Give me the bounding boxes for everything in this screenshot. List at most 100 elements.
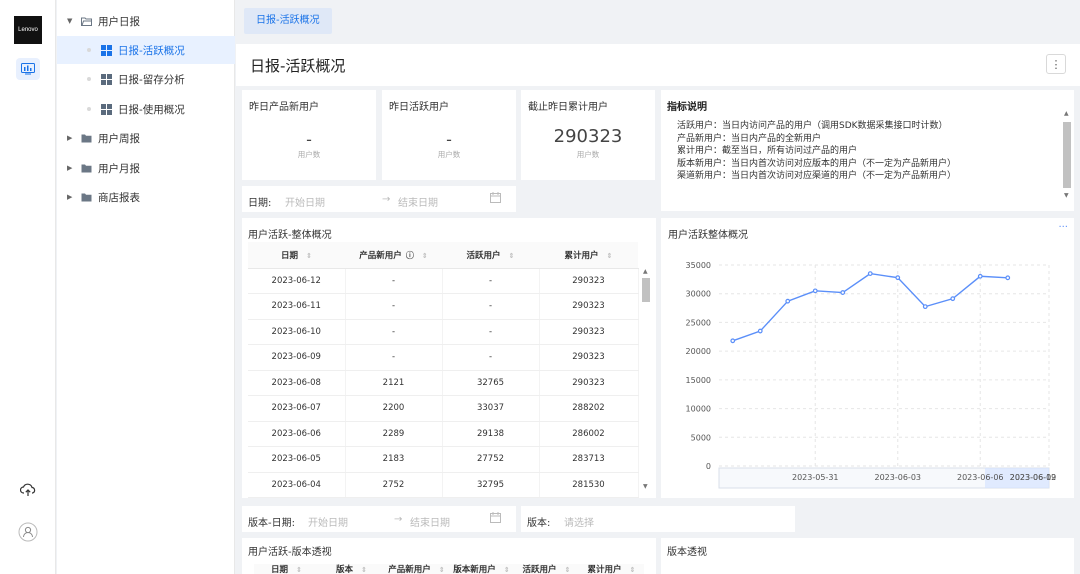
tree-folder-daily[interactable]: ▼ 用户日报 — [57, 7, 235, 35]
tree-label: 用户周报 — [98, 132, 140, 145]
table-row[interactable]: 2023-06-08 2121 32765 290323 — [248, 370, 639, 396]
sort-icon[interactable]: ⇕ — [439, 566, 445, 574]
info-scrollbar[interactable]: ▲ ▼ — [1062, 110, 1071, 200]
column-header[interactable]: 累计用户 ⇕ — [579, 564, 644, 574]
sort-icon[interactable]: ⇕ — [504, 566, 510, 574]
sort-icon[interactable]: ⇕ — [296, 566, 302, 574]
column-header[interactable]: 日期 ⇕ — [248, 242, 345, 269]
data-point — [950, 296, 956, 302]
scroll-thumb[interactable] — [642, 278, 650, 302]
range-arrow: → — [382, 194, 391, 205]
table-row[interactable]: 2023-06-07 2200 33037 288202 — [248, 395, 639, 422]
cloud-upload-icon[interactable] — [16, 478, 40, 502]
table-cell: - — [345, 268, 443, 294]
table-row[interactable]: 2023-06-12- -290323 — [248, 268, 639, 294]
version-select[interactable]: 请选择 — [564, 514, 594, 529]
table-cell: 27752 — [442, 446, 540, 473]
table-cell: - — [345, 293, 443, 320]
tree-item-daily-usage[interactable]: 日报-使用概况 — [57, 95, 235, 123]
user-avatar-icon[interactable] — [16, 520, 40, 544]
column-header[interactable]: 累计用户 ⇕ — [539, 242, 638, 269]
scroll-down-icon[interactable]: ▼ — [1064, 192, 1069, 199]
info-icon[interactable]: ⓘ — [406, 251, 414, 260]
tree-folder-weekly[interactable]: ▶ 用户周报 — [57, 124, 235, 152]
y-tick-label: 0 — [706, 462, 711, 471]
tree-label: 日报-留存分析 — [118, 73, 185, 86]
caret-down-icon[interactable]: ▼ — [67, 17, 75, 25]
table-cell: 281530 — [539, 472, 639, 498]
column-header[interactable]: 版本 ⇕ — [319, 564, 384, 574]
table-row[interactable]: 2023-06-05 2183 27752 283713 — [248, 446, 639, 473]
column-header-label: 活跃用户 — [466, 250, 501, 261]
column-header[interactable]: 日期 ⇕ — [254, 564, 319, 574]
y-tick-label: 20000 — [686, 347, 711, 356]
table-cell: 290323 — [539, 293, 639, 320]
more-menu-button[interactable]: ⋮ — [1046, 54, 1066, 74]
info-line: 渠道新用户：当日内首次访问对应渠道的用户（不一定为产品新用户） — [677, 171, 957, 182]
folder-icon — [81, 193, 92, 202]
scroll-thumb[interactable] — [1063, 122, 1071, 188]
caret-right-icon[interactable]: ▶ — [67, 164, 75, 172]
sort-icon[interactable]: ⇕ — [361, 566, 367, 574]
metrics-info-card: 指标说明 活跃用户：当日内访问产品的用户（调用SDK数据采集接口时计数） 产品新… — [661, 90, 1074, 211]
tab-daily-active[interactable]: 日报-活跃概况 — [244, 8, 332, 34]
sort-icon[interactable]: ⇕ — [630, 566, 636, 574]
tree-folder-store[interactable]: ▶ 商店报表 — [57, 183, 235, 211]
info-line: 累计用户：截至当日，所有访问过产品的用户 — [677, 146, 858, 157]
scroll-up-icon[interactable]: ▲ — [1064, 110, 1069, 117]
overview-table: 日期 ⇕ 产品新用户 ⓘ ⇕ 活跃用户 ⇕ 累计用户 ⇕ 2023-06-12- -2903… — [248, 242, 639, 498]
sort-icon[interactable]: ⇕ — [607, 252, 613, 260]
calendar-icon[interactable] — [490, 512, 501, 526]
caret-right-icon[interactable]: ▶ — [67, 134, 75, 142]
y-tick-label: 15000 — [686, 376, 711, 385]
scroll-up-icon[interactable]: ▲ — [643, 268, 648, 275]
tree-folder-monthly[interactable]: ▶ 用户月报 — [57, 154, 235, 182]
table-cell: 288202 — [539, 395, 639, 422]
table-cell: 32765 — [442, 370, 540, 396]
column-header[interactable]: 活跃用户 ⇕ — [514, 564, 579, 574]
sort-icon[interactable]: ⇕ — [306, 252, 312, 260]
end-date-input[interactable]: 结束日期 — [398, 194, 438, 209]
column-header[interactable]: 产品新用户 ⓘ ⇕ — [345, 242, 442, 269]
data-point — [895, 275, 901, 281]
table-cell: 290323 — [539, 319, 639, 345]
column-header[interactable]: 产品新用户 ⇕ — [384, 564, 449, 574]
table-row[interactable]: 2023-06-06 2289 29138 286002 — [248, 421, 639, 447]
overview-table-card: 用户活跃-整体概况 日期 ⇕ 产品新用户 ⓘ ⇕ 活跃用户 ⇕ 累计用户 ⇕ 2023-0… — [242, 218, 656, 498]
version-end-date-input[interactable]: 结束日期 — [410, 514, 450, 529]
table-cell: - — [345, 344, 443, 371]
dashboard-nav-icon[interactable] — [16, 58, 40, 80]
start-date-input[interactable]: 开始日期 — [285, 194, 325, 209]
tree-label: 用户月报 — [98, 162, 140, 175]
column-header-label: 累计用户 — [564, 250, 599, 261]
table-row[interactable]: 2023-06-09- -290323 — [248, 344, 639, 371]
table-scrollbar[interactable]: ▲ ▼ — [641, 268, 650, 492]
y-tick-label: 10000 — [686, 405, 711, 414]
sort-icon[interactable]: ⇕ — [422, 252, 428, 260]
date-filter: 日期: 开始日期 → 结束日期 — [242, 186, 516, 212]
tree-item-daily-active[interactable]: 日报-活跃概况 — [57, 36, 235, 64]
sort-icon[interactable]: ⇕ — [509, 252, 515, 260]
kpi-title: 昨日产品新用户 — [249, 102, 319, 113]
table-row[interactable]: 2023-06-10- -290323 — [248, 319, 639, 345]
caret-right-icon[interactable]: ▶ — [67, 193, 75, 201]
kpi-value: - — [306, 130, 312, 149]
table-cell: - — [442, 319, 540, 345]
kpi-title: 昨日活跃用户 — [389, 102, 449, 113]
sort-icon[interactable]: ⇕ — [565, 566, 571, 574]
info-lines: 活跃用户：当日内访问产品的用户（调用SDK数据采集接口时计数） 产品新用户：当日… — [677, 120, 956, 183]
section-title: 用户活跃-整体概况 — [248, 230, 332, 241]
table-row[interactable]: 2023-06-04 2752 32795 281530 — [248, 472, 639, 498]
column-header[interactable]: 版本新用户 ⇕ — [449, 564, 514, 574]
table-row[interactable]: 2023-06-11- -290323 — [248, 293, 639, 320]
version-start-date-input[interactable]: 开始日期 — [308, 514, 348, 529]
kpi-value: - — [446, 130, 452, 149]
calendar-icon[interactable] — [490, 192, 501, 206]
y-tick-label: 25000 — [686, 318, 711, 327]
column-header[interactable]: 活跃用户 ⇕ — [442, 242, 539, 269]
table-cell: 29138 — [442, 421, 540, 447]
tree-label: 日报-使用概况 — [118, 103, 185, 116]
tree-item-daily-retention[interactable]: 日报-留存分析 — [57, 65, 235, 93]
scroll-down-icon[interactable]: ▼ — [643, 483, 648, 490]
kpi-unit: 用户数 — [576, 150, 600, 159]
